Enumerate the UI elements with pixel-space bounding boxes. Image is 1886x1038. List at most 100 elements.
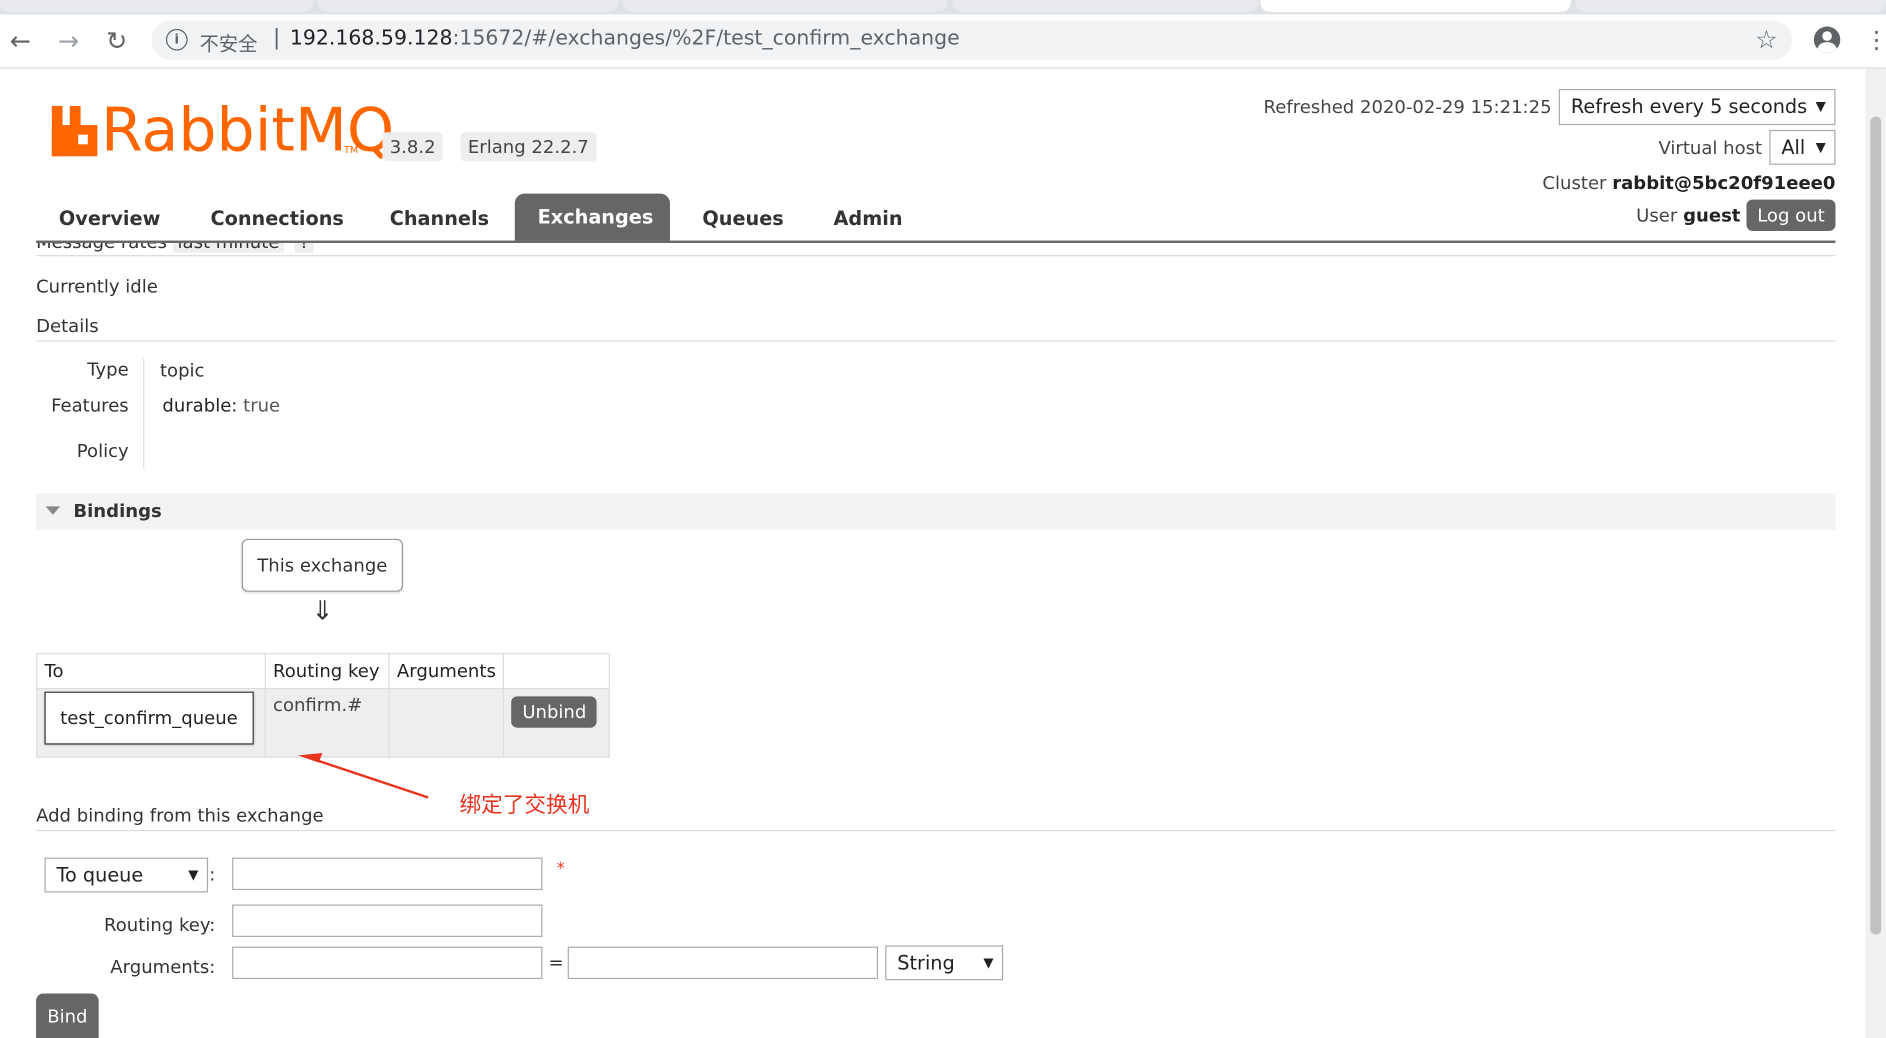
cluster-name: rabbit@5bc20f91eee0 xyxy=(1612,172,1836,194)
divider xyxy=(36,829,1836,832)
tab-exchanges[interactable]: Exchanges xyxy=(514,193,670,241)
url-path: :15672/#/exchanges/%2F/test_confirm_exch… xyxy=(452,26,960,51)
url-text[interactable]: 192.168.59.128:15672/#/exchanges/%2F/tes… xyxy=(290,26,960,50)
this-exchange-box: This exchange xyxy=(241,538,403,592)
browser-tab[interactable] xyxy=(317,0,619,13)
logo-text: RabbitMQ xyxy=(101,95,395,165)
cluster-label: Cluster xyxy=(1542,172,1607,194)
reload-icon[interactable]: ↻ xyxy=(102,26,131,55)
equals-label: = xyxy=(548,951,564,974)
tab-connections[interactable]: Connections xyxy=(188,197,367,240)
tab-overview[interactable]: Overview xyxy=(36,197,183,240)
browser-tab[interactable] xyxy=(623,0,948,13)
argument-type-select[interactable]: String ▼ xyxy=(885,945,1004,981)
table-header-row: To Routing key Arguments xyxy=(36,653,611,690)
refresh-interval-select[interactable]: Refresh every 5 seconds ▼ xyxy=(1558,89,1836,126)
browser-tab-active[interactable] xyxy=(1260,0,1571,13)
divider xyxy=(36,340,1836,342)
bookmark-star-icon[interactable]: ☆ xyxy=(1755,25,1778,54)
forward-arrow-icon[interactable]: → xyxy=(54,26,83,55)
scrollbar-thumb[interactable] xyxy=(1870,116,1882,935)
details-divider xyxy=(143,358,145,470)
destination-type-select[interactable]: To queue ▼ xyxy=(44,857,209,893)
column-header-to: To xyxy=(36,653,266,690)
collapse-triangle-icon[interactable] xyxy=(45,506,61,515)
dropdown-arrow-icon: ▼ xyxy=(1815,139,1826,156)
browser-tab[interactable] xyxy=(0,0,313,13)
divider xyxy=(36,254,1836,257)
column-header-arguments: Arguments xyxy=(388,653,505,690)
back-arrow-icon[interactable]: ← xyxy=(6,26,35,55)
argument-value-input[interactable] xyxy=(567,946,879,980)
argument-type-value: String xyxy=(897,951,955,975)
details-heading[interactable]: Details xyxy=(36,315,99,337)
type-label: Type xyxy=(87,358,129,381)
destination-name-input[interactable] xyxy=(232,857,543,891)
address-bar[interactable]: i 不安全 | 192.168.59.128:15672/#/exchanges… xyxy=(151,20,1793,61)
cluster-info: Cluster rabbit@5bc20f91eee0 xyxy=(1542,172,1835,194)
routing-key-input[interactable] xyxy=(232,904,543,937)
rabbitmq-logo-icon xyxy=(51,105,98,157)
bind-button[interactable]: Bind xyxy=(36,993,99,1038)
message-rates-row: Message rates last minute ? xyxy=(36,242,325,254)
tab-admin[interactable]: Admin xyxy=(811,197,926,240)
message-rates-help[interactable]: ? xyxy=(294,242,315,253)
destination-type-value: To queue xyxy=(56,863,144,887)
binding-destination-cell: test_confirm_queue xyxy=(36,688,266,758)
routing-key-label: Routing key: xyxy=(104,914,216,936)
annotation-arrow-icon xyxy=(298,752,429,799)
column-header-actions xyxy=(503,653,611,690)
features-value: durable: true xyxy=(162,395,280,417)
argument-key-input[interactable] xyxy=(232,946,543,980)
logout-button[interactable]: Log out xyxy=(1746,199,1836,231)
browser-menu-icon[interactable]: ⋮ xyxy=(1864,24,1886,55)
tab-channels[interactable]: Channels xyxy=(367,197,512,240)
profile-avatar-icon[interactable] xyxy=(1813,26,1841,53)
user-info: User guest xyxy=(1636,204,1740,226)
durable-value: true xyxy=(243,394,281,417)
bindings-table: To Routing key Arguments test_confirm_qu… xyxy=(36,653,611,758)
logo-trademark: TM xyxy=(344,144,359,156)
virtual-host-select[interactable]: All ▼ xyxy=(1769,129,1836,165)
column-header-routing-key: Routing key xyxy=(264,653,390,690)
binding-actions-cell: Unbind xyxy=(503,688,611,758)
colon-label: : xyxy=(209,863,216,886)
unbind-button[interactable]: Unbind xyxy=(511,696,598,728)
virtual-host-label: Virtual host xyxy=(1658,137,1763,159)
annotation-text: 绑定了交换机 xyxy=(459,792,590,818)
browser-tab[interactable] xyxy=(952,0,1259,13)
dropdown-arrow-icon: ▼ xyxy=(983,955,994,971)
policy-label: Policy xyxy=(76,440,129,462)
browser-tab-strip xyxy=(0,0,1886,15)
bindings-heading: Bindings xyxy=(73,500,162,523)
erlang-badge: Erlang 22.2.7 xyxy=(460,132,597,162)
durable-key: durable: xyxy=(162,394,238,417)
refresh-interval-value: Refresh every 5 seconds xyxy=(1570,95,1808,118)
message-rates-period[interactable]: last minute xyxy=(172,242,285,253)
virtual-host-value: All xyxy=(1781,135,1806,159)
message-rates-label: Message rates xyxy=(36,243,167,253)
user-label: User xyxy=(1636,204,1678,227)
info-icon[interactable]: i xyxy=(165,28,188,51)
dropdown-arrow-icon: ▼ xyxy=(1815,98,1826,115)
queue-link[interactable]: test_confirm_queue xyxy=(44,691,254,745)
user-name: guest xyxy=(1683,204,1741,227)
type-value: topic xyxy=(159,359,205,382)
browser-toolbar: ← → ↻ i 不安全 | 192.168.59.128:15672/#/exc… xyxy=(0,14,1886,69)
required-mark: * xyxy=(556,860,565,879)
url-host: 192.168.59.128 xyxy=(289,26,453,51)
status-text: Currently idle xyxy=(36,275,158,298)
add-binding-heading[interactable]: Add binding from this exchange xyxy=(36,805,324,827)
arguments-label: Arguments: xyxy=(110,956,216,978)
features-label: Features xyxy=(51,394,129,417)
page-scrollbar[interactable] xyxy=(1865,68,1886,1038)
version-badge: 3.8.2 xyxy=(382,132,443,162)
refreshed-timestamp: Refreshed 2020-02-29 15:21:25 xyxy=(1263,96,1552,118)
dropdown-arrow-icon: ▼ xyxy=(188,867,199,883)
down-arrow-icon: ⇓ xyxy=(311,596,334,627)
address-separator: | xyxy=(273,25,281,51)
tab-queues[interactable]: Queues xyxy=(680,197,807,240)
insecure-label: 不安全 xyxy=(199,32,258,56)
bindings-section-header[interactable]: Bindings xyxy=(36,493,1836,530)
browser-tab[interactable] xyxy=(1575,0,1886,13)
